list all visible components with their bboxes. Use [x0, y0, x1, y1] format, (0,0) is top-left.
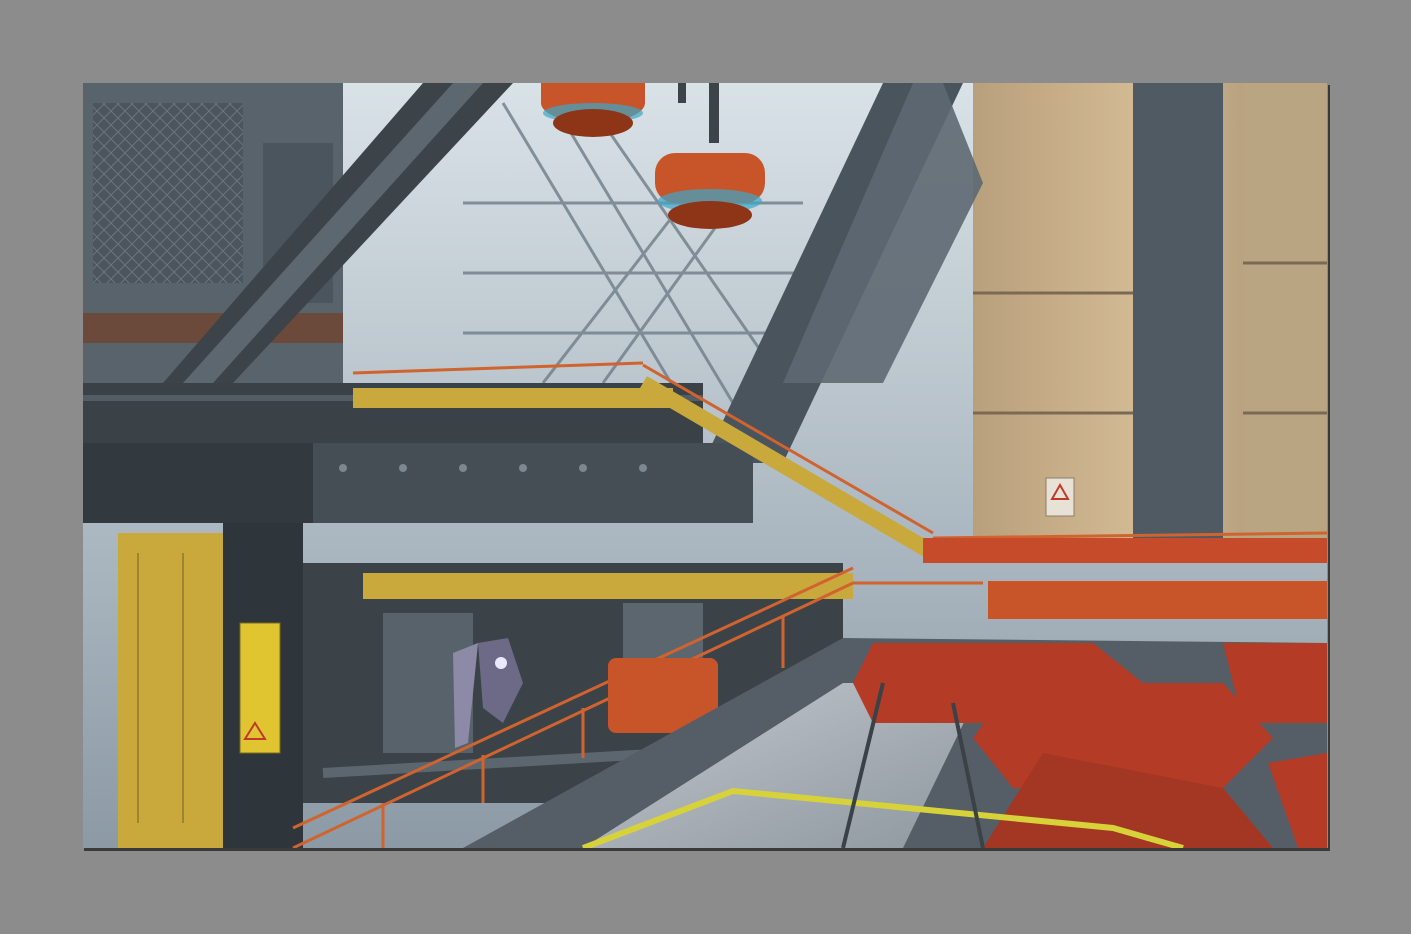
yellow-support-pillar: [118, 523, 303, 848]
hazard-sign-icon: [239, 622, 281, 754]
game-viewport[interactable]: [83, 83, 1327, 848]
orange-barrier: [988, 581, 1327, 619]
warning-triangle-icon: [1045, 477, 1075, 517]
right-tower: [973, 83, 1327, 543]
